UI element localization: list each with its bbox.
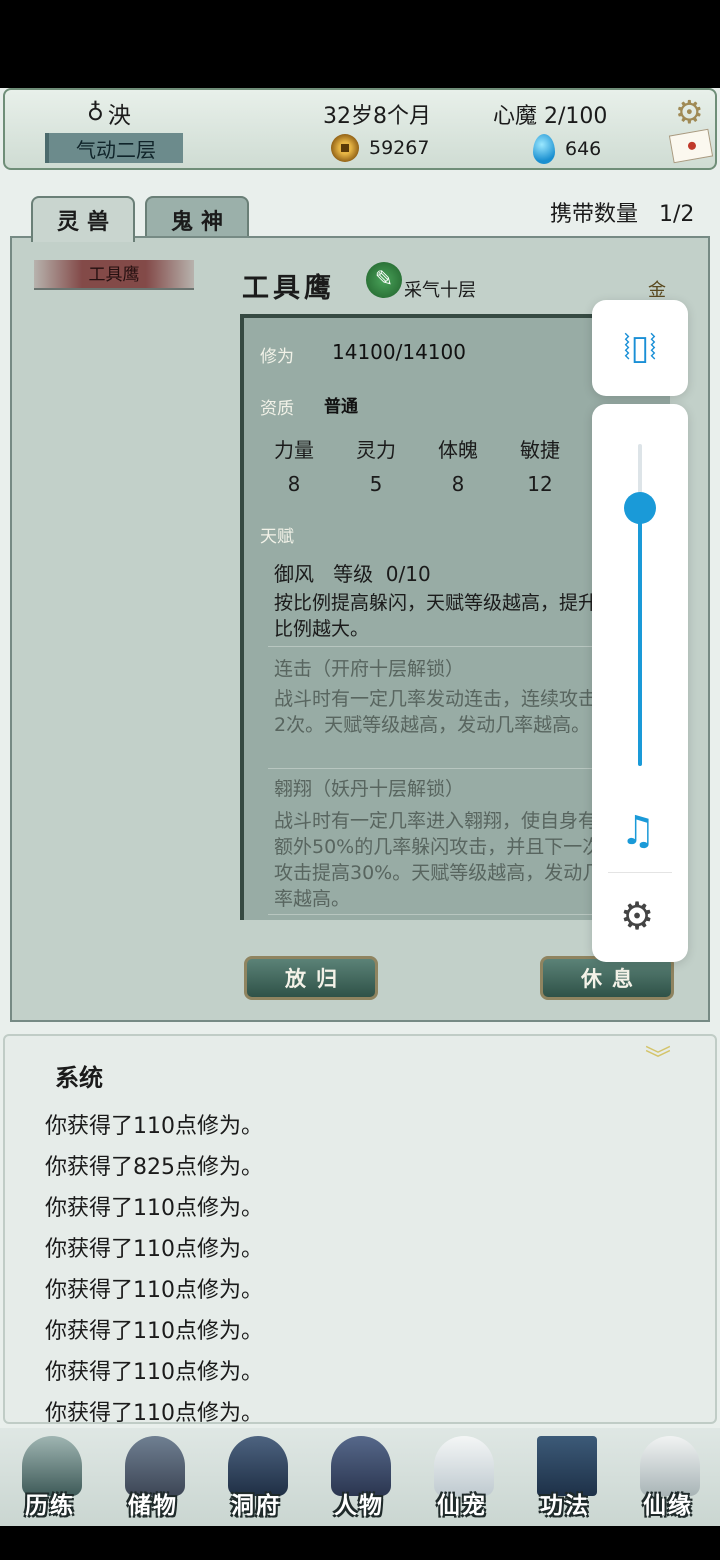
nav-item-training[interactable]: 历练: [0, 1428, 100, 1526]
pet-level: 采气十层: [404, 280, 476, 301]
stat-value: 5: [369, 472, 383, 496]
nav-item-cave[interactable]: 洞府: [206, 1428, 306, 1526]
nav-label: 仙宠: [437, 1492, 487, 1519]
chevron-down-icon[interactable]: ︾: [645, 1047, 671, 1073]
nav-label: 功法: [540, 1492, 590, 1519]
aptitude-label: 资质: [260, 399, 294, 419]
settings-gear-icon[interactable]: ⚙: [675, 95, 709, 129]
bottom-nav: 历练 储物 洞府 人物 仙宠 功法 仙缘: [0, 1428, 720, 1526]
character-header: ♁ 泱 气动二层 32岁8个月 心魔 2/100 59267 646 ⚙: [3, 88, 717, 170]
volume-slider-knob[interactable]: [624, 492, 656, 525]
nav-item-storage[interactable]: 储物: [103, 1428, 203, 1526]
log-line: 你获得了110点修为。: [45, 1114, 263, 1139]
stat-name: 力量: [274, 438, 314, 462]
vibrate-icon: ⦚▯⦚: [623, 328, 657, 368]
pet-element: 金: [648, 280, 666, 301]
gourd-icon: ♁: [87, 100, 104, 126]
volume-slider-fill: [638, 508, 642, 766]
nav-label: 洞府: [231, 1492, 281, 1519]
stat-name: 灵力: [356, 438, 396, 462]
character-name[interactable]: ♁ 泱: [87, 96, 131, 130]
carry-count: 携带数量 1/2: [550, 202, 695, 227]
system-nav-bar: [0, 1526, 720, 1560]
log-line: 你获得了110点修为。: [45, 1401, 263, 1426]
log-line: 你获得了110点修为。: [45, 1319, 263, 1344]
nav-label: 人物: [334, 1492, 384, 1519]
log-line: 你获得了110点修为。: [45, 1278, 263, 1303]
log-line: 你获得了110点修为。: [45, 1237, 263, 1262]
vibrate-toggle[interactable]: ⦚▯⦚: [592, 300, 688, 396]
talent-header: 御风 等级 0/10: [274, 562, 431, 586]
divider: [268, 646, 608, 647]
system-log-panel: 系统 ︾ 你获得了110点修为。 你获得了825点修为。 你获得了110点修为。…: [3, 1034, 717, 1426]
talent-description: 按比例提高躲闪，天赋等级越高，提升比例越大。: [274, 592, 598, 640]
release-button[interactable]: 放归: [244, 956, 378, 1000]
log-line: 你获得了110点修为。: [45, 1196, 263, 1221]
stat-value: 12: [527, 472, 553, 496]
system-log-title: 系统: [55, 1063, 103, 1092]
spirit-stone-icon: [533, 134, 555, 164]
heart-demon-label: 心魔 2/100: [493, 104, 608, 129]
mail-icon[interactable]: [668, 128, 714, 164]
nav-label: 仙缘: [643, 1492, 693, 1519]
volume-panel: ♫ ⚙: [592, 404, 688, 962]
cultivation-label: 修为: [260, 347, 294, 367]
nav-item-fate[interactable]: 仙缘: [618, 1428, 718, 1526]
status-bar: [0, 0, 720, 88]
gem-counter: 646: [533, 134, 601, 164]
tab-spirit-beast[interactable]: 灵兽: [31, 196, 135, 242]
aptitude-value: 普通: [324, 397, 358, 417]
nav-item-pet[interactable]: 仙宠: [412, 1428, 512, 1526]
locked-talent-description: 战斗时有一定几率进入翱翔，使自身有额外50%的几率躲闪攻击，并且下一次攻击提高3…: [274, 810, 602, 910]
divider: [268, 914, 608, 915]
nav-item-skills[interactable]: 功法: [515, 1428, 615, 1526]
talent-label: 天赋: [260, 527, 294, 547]
stat-value: 8: [287, 472, 301, 496]
coin-counter: 59267: [331, 134, 429, 162]
rest-button[interactable]: 休息: [540, 956, 674, 1000]
nav-item-character[interactable]: 人物: [309, 1428, 409, 1526]
locked-talent-header: 连击（开府十层解锁）: [274, 658, 465, 680]
nav-label: 储物: [128, 1492, 178, 1519]
log-line: 你获得了110点修为。: [45, 1360, 263, 1385]
cultivation-value: 14100/14100: [332, 340, 466, 364]
log-line: 你获得了825点修为。: [45, 1155, 263, 1180]
pet-name: 工具鹰: [242, 273, 335, 304]
brush-icon: ✎: [366, 262, 402, 298]
realm-badge: 气动二层: [45, 133, 183, 163]
divider: [608, 872, 672, 873]
pet-list-item[interactable]: 工具鹰: [34, 260, 194, 290]
locked-talent-description: 战斗时有一定几率发动连击，连续攻击2次。天赋等级越高，发动几率越高。: [274, 688, 598, 736]
divider: [268, 768, 608, 769]
music-note-icon[interactable]: ♫: [620, 808, 656, 854]
age-label: 32岁8个月: [323, 104, 431, 129]
nav-label: 历练: [25, 1492, 75, 1519]
locked-talent-header: 翱翔（妖丹十层解锁）: [274, 778, 465, 800]
stat-value: 8: [451, 472, 465, 496]
sound-settings-gear-icon[interactable]: ⚙: [620, 894, 654, 938]
stat-name: 敏捷: [520, 438, 560, 462]
stat-name: 体魄: [438, 438, 478, 462]
coin-icon: [331, 134, 359, 162]
